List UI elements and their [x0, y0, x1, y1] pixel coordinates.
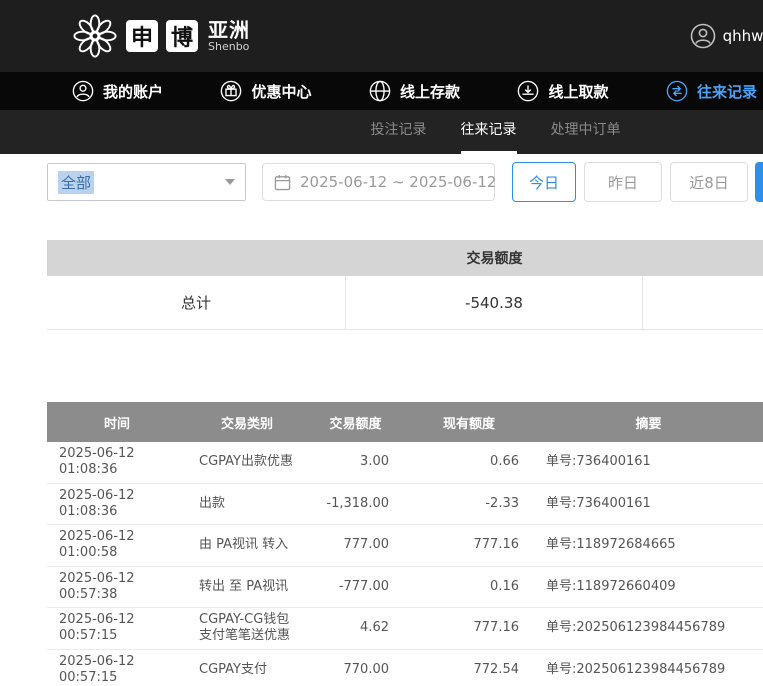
col-header-time: 时间	[47, 402, 187, 442]
nav-item-withdraw[interactable]: 线上取款	[517, 80, 608, 102]
cell-amount: 3.00	[307, 442, 404, 483]
cell-time: 2025-06-12 00:57:38	[47, 566, 187, 608]
cell-amount: -777.00	[307, 566, 404, 608]
nav-item-promotions[interactable]: 优惠中心	[220, 80, 311, 102]
table-header-row: 时间 交易类别 交易额度 现有额度 摘要	[47, 402, 763, 442]
cell-memo: 单号:118972684665	[534, 525, 763, 567]
date-range-value: 2025-06-12 ~ 2025-06-12	[300, 173, 496, 191]
nav-item-my-account[interactable]: 我的账户	[72, 80, 163, 102]
sub-nav: 投注记录 往来记录 处理中订单	[0, 110, 763, 154]
nav-item-deposit[interactable]: 线上存款	[369, 80, 460, 102]
filter-row: 全部 2025-06-12 ~ 2025-06-12 今日	[47, 162, 763, 202]
brand-logo[interactable]: 申 博 亚洲 Shenbo	[72, 13, 250, 59]
col-header-memo: 摘要	[534, 402, 763, 442]
nav-item-label: 优惠中心	[251, 81, 311, 102]
summary-total-value: -540.38	[346, 276, 643, 329]
summary-header-spacer	[643, 240, 763, 276]
user-avatar-icon	[690, 23, 716, 49]
cell-balance: 777.16	[404, 608, 534, 650]
cell-type: CGPAY-CG钱包支付笔笔送优惠	[187, 608, 307, 650]
nav-item-transactions[interactable]: 往来记录	[666, 80, 757, 102]
tab-pending-orders[interactable]: 处理中订单	[551, 110, 621, 154]
nav-item-label: 线上存款	[400, 81, 460, 102]
summary-header-spacer	[47, 240, 346, 276]
cell-memo: 单号:736400161	[534, 483, 763, 525]
cell-type: 出款	[187, 483, 307, 525]
brand-char-1: 申	[126, 20, 158, 52]
cell-amount: -1,318.00	[307, 483, 404, 525]
nav-item-label: 线上取款	[548, 81, 608, 102]
cell-amount: 4.62	[307, 608, 404, 650]
cell-memo: 单号:118972660409	[534, 566, 763, 608]
chevron-down-icon	[225, 179, 235, 185]
summary-spacer	[643, 276, 763, 329]
cell-type: 由 PA视讯 转入	[187, 525, 307, 567]
user-account[interactable]: qhhw1	[690, 0, 763, 72]
page: 申 博 亚洲 Shenbo qhhw1	[0, 0, 763, 686]
cell-time: 2025-06-12 01:08:36	[47, 483, 187, 525]
records-icon	[666, 80, 688, 102]
cell-balance: 0.66	[404, 442, 534, 483]
brand-region-cn: 亚洲	[208, 20, 250, 41]
cell-time: 2025-06-12 01:08:36	[47, 442, 187, 483]
date-range-input[interactable]: 2025-06-12 ~ 2025-06-12	[262, 163, 495, 201]
top-header: 申 博 亚洲 Shenbo qhhw1	[0, 0, 763, 72]
cell-type: 转出 至 PA视讯	[187, 566, 307, 608]
cell-amount: 777.00	[307, 525, 404, 567]
cell-balance: 777.16	[404, 525, 534, 567]
search-button-partial[interactable]	[755, 162, 763, 202]
type-select[interactable]: 全部	[47, 163, 246, 201]
brand-region: 亚洲 Shenbo	[208, 20, 250, 53]
tab-bet-records[interactable]: 投注记录	[371, 110, 427, 154]
deposit-globe-icon	[369, 80, 391, 102]
type-select-value: 全部	[58, 171, 94, 194]
cell-type: CGPAY出款优惠	[187, 442, 307, 483]
summary-total-row: 总计 -540.38	[47, 276, 763, 330]
calendar-icon	[274, 174, 291, 191]
brand-char-2: 博	[166, 20, 198, 52]
last-8-days-button[interactable]: 近8日	[670, 162, 748, 202]
nav-item-label: 我的账户	[103, 81, 163, 102]
summary-header-amount: 交易额度	[346, 240, 643, 276]
table-row: 2025-06-12 01:08:36 出款 -1,318.00 -2.33 单…	[47, 483, 763, 525]
main-nav: 我的账户 优惠中心	[0, 72, 763, 110]
cell-balance: -2.33	[404, 483, 534, 525]
gift-icon	[220, 80, 242, 102]
cell-type: CGPAY支付	[187, 649, 307, 686]
cell-memo: 单号:202506123984456789	[534, 608, 763, 650]
summary-header-row: 交易额度	[47, 240, 763, 276]
cell-time: 2025-06-12 00:57:15	[47, 649, 187, 686]
col-header-balance: 现有额度	[404, 402, 534, 442]
content-area: 全部 2025-06-12 ~ 2025-06-12 今日	[0, 154, 763, 686]
cell-balance: 772.54	[404, 649, 534, 686]
cell-amount: 770.00	[307, 649, 404, 686]
table-row: 2025-06-12 01:00:58 由 PA视讯 转入 777.00 777…	[47, 525, 763, 567]
username-label: qhhw1	[723, 27, 763, 45]
cell-time: 2025-06-12 01:00:58	[47, 525, 187, 567]
tab-transaction-records[interactable]: 往来记录	[461, 110, 517, 154]
cell-memo: 单号:202506123984456789	[534, 649, 763, 686]
cell-time: 2025-06-12 00:57:15	[47, 608, 187, 650]
account-icon	[72, 80, 94, 102]
table-row: 2025-06-12 00:57:15 CGPAY支付 770.00 772.5…	[47, 649, 763, 686]
table-row: 2025-06-12 01:08:36 CGPAY出款优惠 3.00 0.66 …	[47, 442, 763, 483]
transactions-table: 时间 交易类别 交易额度 现有额度 摘要 2025-06-12 01:08:36…	[47, 402, 763, 686]
table-row: 2025-06-12 00:57:38 转出 至 PA视讯 -777.00 0.…	[47, 566, 763, 608]
col-header-type: 交易类别	[187, 402, 307, 442]
yesterday-button[interactable]: 昨日	[584, 162, 662, 202]
cell-memo: 单号:736400161	[534, 442, 763, 483]
cell-balance: 0.16	[404, 566, 534, 608]
today-button[interactable]: 今日	[512, 162, 576, 202]
nav-item-label: 往来记录	[697, 81, 757, 102]
table-row: 2025-06-12 00:57:15 CGPAY-CG钱包支付笔笔送优惠 4.…	[47, 608, 763, 650]
summary-total-label: 总计	[47, 276, 346, 329]
brand-region-en: Shenbo	[208, 41, 250, 53]
withdraw-icon	[517, 80, 539, 102]
flower-logo-icon	[72, 13, 118, 59]
summary-table: 交易额度 总计 -540.38	[47, 240, 763, 330]
col-header-amount: 交易额度	[307, 402, 404, 442]
